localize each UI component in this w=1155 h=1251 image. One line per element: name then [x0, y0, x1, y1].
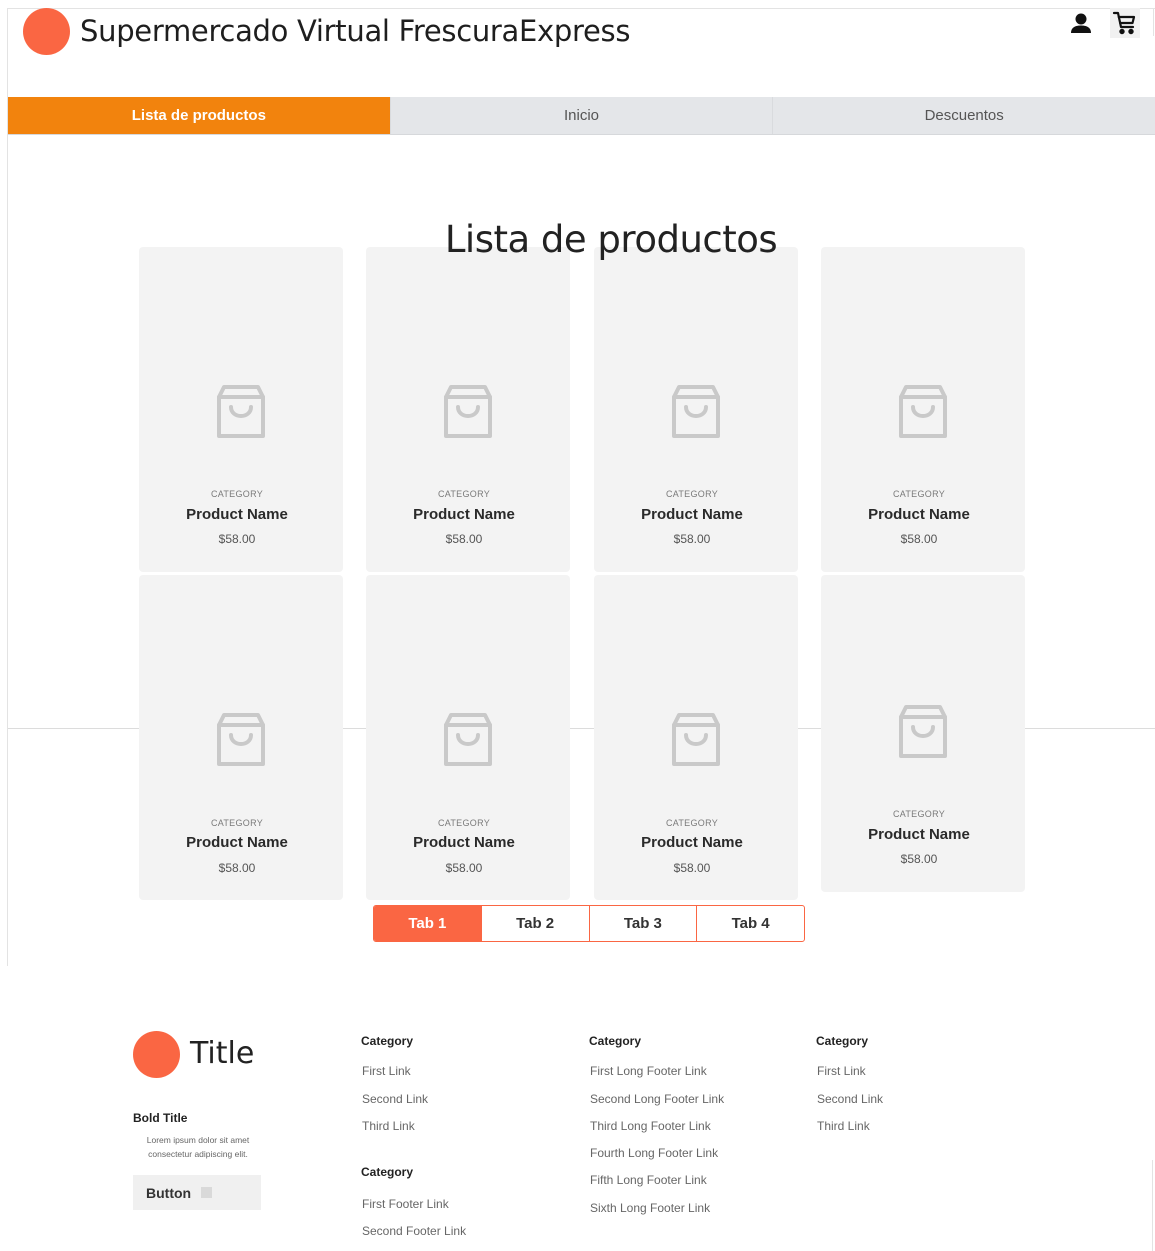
footer-link[interactable]: Second Link: [362, 1092, 428, 1106]
footer-link[interactable]: Sixth Long Footer Link: [590, 1201, 710, 1215]
footer-link[interactable]: Third Long Footer Link: [590, 1119, 711, 1133]
frame-border: [7, 8, 8, 966]
product-category: CATEGORY: [665, 818, 719, 828]
nav-item-descuentos[interactable]: Descuentos: [773, 97, 1155, 134]
product-category: CATEGORY: [437, 818, 491, 828]
product-name[interactable]: Product Name: [821, 826, 1017, 843]
footer-link[interactable]: Fourth Long Footer Link: [590, 1146, 718, 1160]
shopping-bag-icon: [672, 385, 720, 438]
product-category: CATEGORY: [210, 818, 264, 828]
shopping-bag-icon: [672, 713, 720, 766]
product-price: $58.00: [673, 861, 711, 875]
user-icon[interactable]: [1070, 12, 1092, 36]
square-icon: [201, 1187, 213, 1198]
product-name[interactable]: Product Name: [139, 834, 335, 851]
nav-item-lista-de-productos[interactable]: Lista de productos: [8, 97, 391, 134]
product-name[interactable]: Product Name: [139, 506, 335, 523]
main-nav: Lista de productos Inicio Descuentos: [8, 97, 1155, 135]
tab-2[interactable]: Tab 2: [482, 906, 590, 941]
shopping-bag-icon: [899, 705, 947, 758]
product-category: CATEGORY: [437, 489, 491, 499]
product-card[interactable]: CATEGORY Product Name $58.00: [821, 247, 1025, 572]
footer-category: Category: [589, 1034, 642, 1048]
product-price: $58.00: [218, 532, 256, 546]
footer-description: Lorem ipsum dolor sit amet consectetur a…: [146, 1135, 250, 1159]
product-category: CATEGORY: [210, 489, 264, 499]
product-name[interactable]: Product Name: [821, 506, 1017, 523]
product-card[interactable]: CATEGORY Product Name $58.00: [139, 247, 343, 572]
tab-1[interactable]: Tab 1: [374, 906, 482, 941]
shopping-bag-icon: [899, 385, 947, 438]
product-category: CATEGORY: [892, 809, 946, 819]
footer-link[interactable]: Third Link: [817, 1119, 870, 1133]
product-category: CATEGORY: [665, 489, 719, 499]
product-price: $58.00: [445, 532, 483, 546]
product-card[interactable]: CATEGORY Product Name $58.00: [139, 575, 343, 900]
tab-4[interactable]: Tab 4: [697, 906, 804, 941]
cart-icon[interactable]: [1110, 8, 1140, 38]
footer-category: Category: [361, 1165, 414, 1179]
app-title: Supermercado Virtual FrescuraExpress: [80, 14, 631, 48]
footer-button[interactable]: Button: [133, 1175, 261, 1210]
product-name[interactable]: Product Name: [366, 506, 562, 523]
shopping-bag-icon: [444, 713, 492, 766]
product-card[interactable]: CATEGORY Product Name $58.00: [821, 575, 1025, 892]
shopping-bag-icon: [444, 385, 492, 438]
pagination-tabs: Tab 1 Tab 2 Tab 3 Tab 4: [373, 905, 805, 942]
footer-bold-title: Bold Title: [133, 1111, 188, 1125]
product-card[interactable]: CATEGORY Product Name $58.00: [366, 575, 570, 900]
footer-link[interactable]: First Long Footer Link: [590, 1064, 707, 1078]
product-price: $58.00: [445, 861, 483, 875]
nav-item-inicio[interactable]: Inicio: [391, 97, 774, 134]
footer-category: Category: [361, 1034, 414, 1048]
footer-link[interactable]: Second Long Footer Link: [590, 1092, 724, 1106]
footer-link[interactable]: First Link: [817, 1064, 866, 1078]
product-price: $58.00: [900, 532, 938, 546]
frame-border: [1153, 8, 1154, 36]
product-price: $58.00: [900, 852, 938, 866]
product-name[interactable]: Product Name: [594, 506, 790, 523]
footer-category: Category: [816, 1034, 869, 1048]
footer-link[interactable]: Third Link: [362, 1119, 415, 1133]
product-card[interactable]: CATEGORY Product Name $58.00: [366, 247, 570, 572]
footer-logo: [133, 1031, 180, 1078]
frame-border: [8, 8, 1155, 9]
page-title: Lista de productos: [444, 218, 778, 261]
logo[interactable]: [23, 8, 70, 55]
footer-link[interactable]: Fifth Long Footer Link: [590, 1173, 707, 1187]
product-price: $58.00: [218, 861, 256, 875]
product-card[interactable]: CATEGORY Product Name $58.00: [594, 575, 798, 900]
product-category: CATEGORY: [892, 489, 946, 499]
footer-link[interactable]: Second Link: [817, 1092, 883, 1106]
product-card[interactable]: CATEGORY Product Name $58.00: [594, 247, 798, 572]
footer-button-label: Button: [146, 1184, 192, 1201]
product-name[interactable]: Product Name: [594, 834, 790, 851]
footer-link[interactable]: First Footer Link: [362, 1197, 449, 1211]
frame-border: [1152, 1160, 1153, 1251]
footer-link[interactable]: First Link: [362, 1064, 411, 1078]
footer-link[interactable]: Second Footer Link: [362, 1224, 466, 1238]
shopping-bag-icon: [217, 713, 265, 766]
product-price: $58.00: [673, 532, 711, 546]
footer-title: Title: [190, 1036, 255, 1071]
tab-3[interactable]: Tab 3: [590, 906, 698, 941]
shopping-bag-icon: [217, 385, 265, 438]
product-name[interactable]: Product Name: [366, 834, 562, 851]
